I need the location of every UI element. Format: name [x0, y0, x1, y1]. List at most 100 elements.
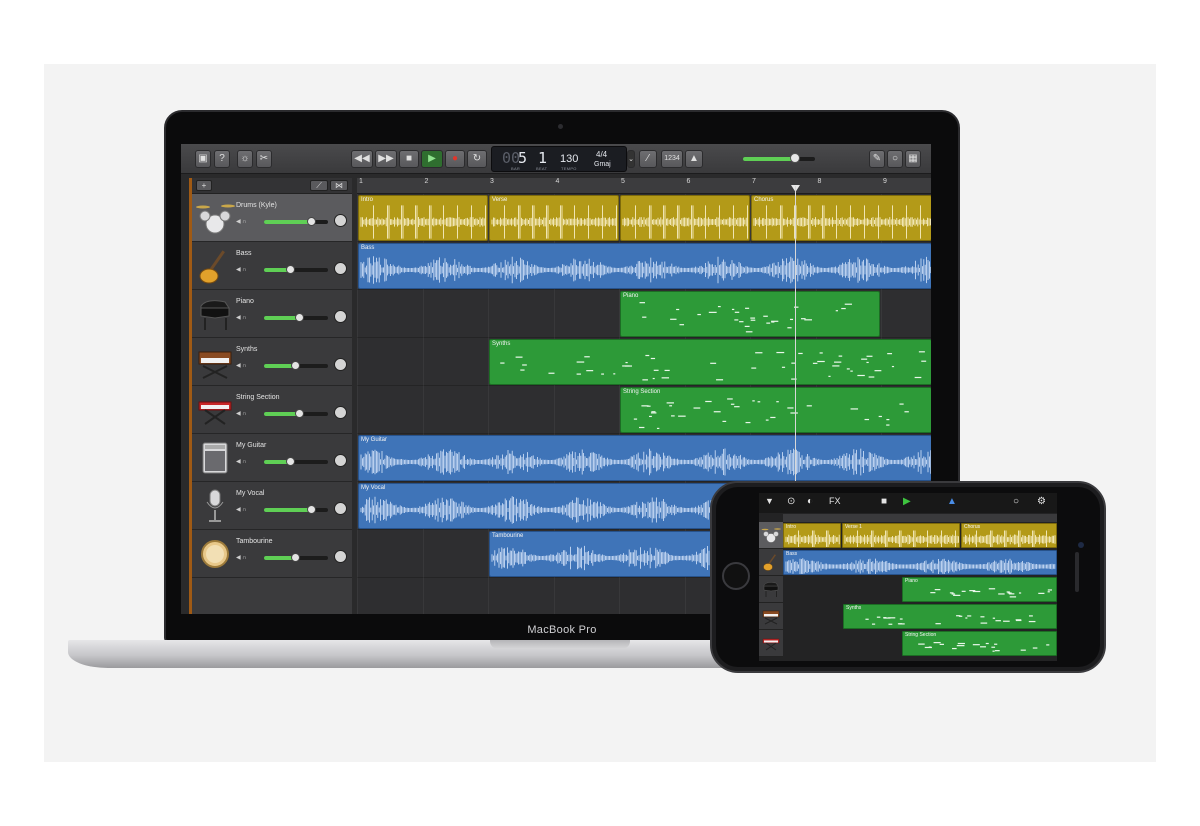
mute-solo-icons[interactable]: ◀ ∩ [236, 218, 247, 225]
phone-region[interactable]: Synths [843, 604, 1057, 629]
phone-region[interactable]: Verse 1 [842, 523, 960, 548]
mute-solo-icons[interactable]: ◀ ∩ [236, 554, 247, 561]
track-header[interactable]: String Section ◀ ∩ [192, 386, 352, 434]
play-button[interactable]: ▶ [421, 150, 443, 168]
track-volume-knob[interactable] [307, 217, 317, 226]
flex-button[interactable]: ⋈ [330, 180, 348, 191]
phone-fx-button[interactable]: FX [829, 496, 841, 506]
stop-button[interactable]: ■ [399, 150, 419, 168]
fast-forward-button[interactable]: ▶▶ [375, 150, 397, 168]
automation-button[interactable]: ⟋ [310, 180, 328, 191]
phone-region[interactable]: String Section [902, 631, 1057, 656]
region[interactable]: Piano [620, 291, 880, 337]
phone-metronome-icon[interactable]: ▲ [947, 496, 957, 507]
pan-knob[interactable] [334, 358, 347, 371]
waveform [360, 256, 931, 284]
phone-ruler[interactable] [783, 514, 1057, 522]
phone-view-toggle-icon[interactable]: ⊙ [787, 496, 795, 507]
track-header[interactable]: Piano ◀ ∩ [192, 290, 352, 338]
track-volume-knob[interactable] [285, 265, 295, 274]
track-header[interactable]: Tambourine ◀ ∩ [192, 530, 352, 578]
mute-solo-icons[interactable]: ◀ ∩ [236, 362, 247, 369]
help-button[interactable]: ? [214, 150, 230, 168]
track-volume-knob[interactable] [290, 553, 300, 562]
phone-loop-icon[interactable]: ○ [1013, 496, 1019, 507]
region[interactable]: Synths [489, 339, 931, 385]
add-track-button[interactable]: + [196, 180, 212, 191]
lcd-bar-caption: BAR [511, 166, 521, 171]
loop-browser-button[interactable]: ○ [887, 150, 903, 168]
region[interactable]: My Vocal [358, 483, 751, 529]
master-volume-knob[interactable] [789, 153, 800, 163]
phone-mixer-icon[interactable]: ◐ [807, 496, 813, 507]
mute-solo-icons[interactable]: ◀ ∩ [236, 458, 247, 465]
track-header[interactable]: Bass ◀ ∩ [192, 242, 352, 290]
track-volume-knob[interactable] [307, 505, 317, 514]
pan-knob[interactable] [334, 214, 347, 227]
track-volume-slider[interactable] [264, 553, 328, 562]
smart-controls-button[interactable]: ☼ [237, 150, 253, 168]
phone-stop-icon[interactable]: ■ [881, 496, 887, 507]
track-header[interactable]: My Guitar ◀ ∩ [192, 434, 352, 482]
track-volume-knob[interactable] [290, 361, 300, 370]
lcd-mode-menu[interactable]: ⌄ [627, 150, 635, 168]
track-volume-slider[interactable] [264, 361, 328, 370]
notepad-button[interactable]: ✎ [869, 150, 885, 168]
region[interactable]: Intro [358, 195, 488, 241]
track-volume-slider[interactable] [264, 217, 328, 226]
tuner-button[interactable]: ⁄ [639, 150, 657, 168]
count-in-button[interactable]: 1234 [661, 150, 683, 168]
phone-track-header[interactable] [759, 630, 783, 657]
cycle-button[interactable]: ↻ [467, 150, 487, 168]
mute-solo-icons[interactable]: ◀ ∩ [236, 314, 247, 321]
track-volume-knob[interactable] [295, 313, 305, 322]
track-volume-knob[interactable] [295, 409, 305, 418]
lcd-display[interactable]: 00 5 1 BAR BEAT 130 TEMPO 4/4 Gmaj [491, 146, 627, 172]
pan-knob[interactable] [334, 406, 347, 419]
waveform [360, 448, 931, 476]
phone-browser-menu-icon[interactable]: ▼ [765, 496, 774, 506]
metronome-button[interactable]: ▲ [685, 150, 703, 168]
rewind-button[interactable]: ◀◀ [351, 150, 373, 168]
track-volume-knob[interactable] [285, 457, 295, 466]
track-volume-slider[interactable] [264, 313, 328, 322]
ruler[interactable]: 1 2 3 4 5 6 7 8 9 [357, 178, 931, 194]
phone-region[interactable]: Piano [902, 577, 1057, 602]
editors-button[interactable]: ✂ [256, 150, 272, 168]
region[interactable]: Verse [489, 195, 619, 241]
mute-solo-icons[interactable]: ◀ ∩ [236, 506, 247, 513]
record-button[interactable]: ● [445, 150, 465, 168]
mute-solo-icons[interactable]: ◀ ∩ [236, 266, 247, 273]
toolbar: ▣ ? ☼ ✂ ◀◀ ▶▶ ■ ▶ ● ↻ 00 5 1 BAR BEAT 13… [181, 144, 931, 174]
pan-knob[interactable] [334, 310, 347, 323]
pan-knob[interactable] [334, 262, 347, 275]
phone-track-header[interactable] [759, 603, 783, 630]
phone-track-header[interactable] [759, 549, 783, 576]
region[interactable]: Chorus [751, 195, 931, 241]
library-button[interactable]: ▣ [195, 150, 211, 168]
media-browser-button[interactable]: ▦ [905, 150, 921, 168]
pan-knob[interactable] [334, 550, 347, 563]
region[interactable]: Bass [358, 243, 931, 289]
track-volume-slider[interactable] [264, 265, 328, 274]
mute-solo-icons[interactable]: ◀ ∩ [236, 410, 247, 417]
track-volume-slider[interactable] [264, 409, 328, 418]
chevron-down-icon: ⌄ [628, 156, 634, 163]
phone-track-header[interactable] [759, 576, 783, 603]
region[interactable]: String Section [620, 387, 931, 433]
track-header[interactable]: Synths ◀ ∩ [192, 338, 352, 386]
pan-knob[interactable] [334, 454, 347, 467]
phone-region[interactable]: Chorus [961, 523, 1057, 548]
phone-region[interactable]: Intro [783, 523, 841, 548]
region[interactable] [620, 195, 750, 241]
region[interactable]: My Guitar [358, 435, 931, 481]
phone-region[interactable]: Bass [783, 550, 1057, 575]
track-volume-slider[interactable] [264, 505, 328, 514]
phone-settings-icon[interactable]: ⚙ [1037, 496, 1046, 507]
pan-knob[interactable] [334, 502, 347, 515]
phone-play-icon[interactable]: ▶ [903, 496, 911, 507]
phone-track-header[interactable] [759, 522, 783, 549]
track-volume-slider[interactable] [264, 457, 328, 466]
track-header[interactable]: My Vocal ◀ ∩ [192, 482, 352, 530]
track-header[interactable]: Drums (Kyle) ◀ ∩ [192, 194, 352, 242]
